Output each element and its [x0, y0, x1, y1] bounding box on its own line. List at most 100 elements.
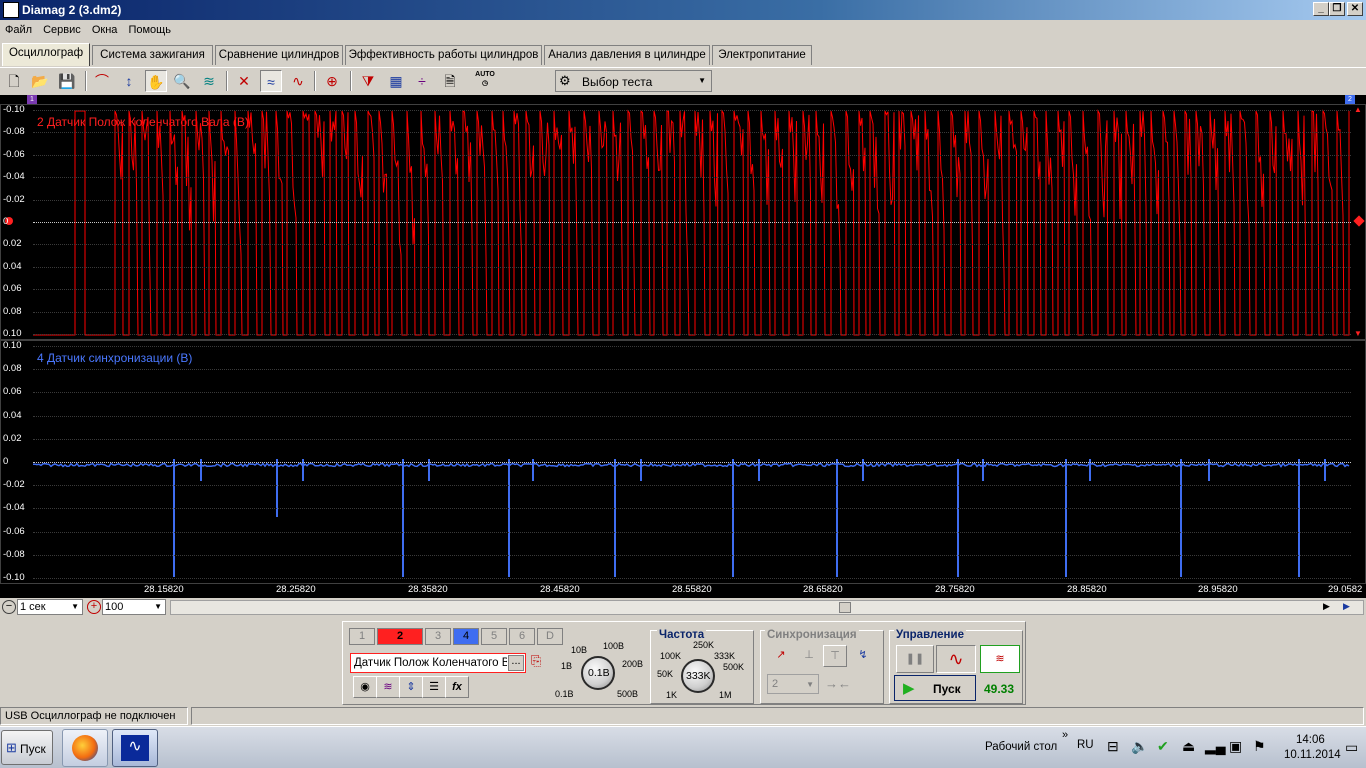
- menu-windows[interactable]: Окна: [87, 20, 121, 36]
- voltage-label-200v: 200В: [622, 659, 644, 669]
- lines-icon[interactable]: ☰: [422, 676, 446, 698]
- maximize-button[interactable]: ❐: [1329, 2, 1345, 16]
- clock-date[interactable]: 10.11.2014: [1284, 749, 1341, 761]
- sync-pulse-up-icon[interactable]: ⊥: [797, 645, 821, 667]
- measure-tool-icon[interactable]: ↕: [118, 70, 140, 92]
- function-icon[interactable]: fx: [445, 676, 469, 698]
- scope-channel-4[interactable]: 4 Датчик синхронизации (В) 0.10 0.08 0.06 0…: [0, 340, 1366, 584]
- start-label: Пуск: [933, 682, 961, 696]
- sine-mode-icon[interactable]: ∿: [936, 645, 976, 673]
- desktop-toolbar[interactable]: Рабочий стол: [985, 741, 1057, 753]
- sync-arrows-icon[interactable]: →←: [825, 676, 851, 691]
- show-desktop-icon[interactable]: ▭: [1345, 739, 1358, 756]
- clock-time[interactable]: 14:06: [1296, 734, 1325, 746]
- document-icon[interactable]: 🗎: [439, 70, 461, 92]
- cross-signal-icon[interactable]: ✕: [233, 70, 255, 92]
- title-bar: Diamag 2 (3.dm2) _ ❐ ✕: [0, 0, 1366, 20]
- channel-3-button[interactable]: 3: [425, 628, 451, 645]
- start-menu-button[interactable]: ⊞ Пуск: [1, 730, 53, 765]
- browse-sensor-button[interactable]: ...: [508, 655, 524, 671]
- scroll-down-icon[interactable]: ▼: [1354, 329, 1362, 338]
- channel-1-button[interactable]: 1: [349, 628, 375, 645]
- scroll-up-icon[interactable]: ▲: [1354, 105, 1362, 114]
- security-icon[interactable]: ✔: [1157, 738, 1169, 755]
- zero-marker-right[interactable]: [1353, 215, 1365, 227]
- hand-tool-icon[interactable]: ✋: [145, 70, 167, 92]
- language-indicator[interactable]: RU: [1077, 739, 1094, 751]
- scope-channel-2[interactable]: 2 Датчик Полож Коленчатого Вала (В) ▲ ▼ …: [0, 104, 1366, 340]
- frequency-knob[interactable]: 333K: [681, 659, 715, 693]
- flag-icon[interactable]: ⚑: [1253, 738, 1266, 755]
- menu-service[interactable]: Сервис: [38, 20, 84, 36]
- voltage-knob[interactable]: 0.1В: [581, 656, 615, 690]
- close-button[interactable]: ✕: [1347, 2, 1363, 16]
- channel-2-button[interactable]: 2: [377, 628, 423, 645]
- grid-line: [33, 311, 1351, 313]
- open-folder-icon[interactable]: 📂: [29, 70, 51, 92]
- zoom-in-icon[interactable]: +: [87, 600, 101, 614]
- volume-icon[interactable]: 🔈: [1131, 738, 1148, 755]
- channel-6-button[interactable]: 6: [509, 628, 535, 645]
- device-icon[interactable]: ▣: [1229, 738, 1242, 755]
- signal-icon[interactable]: ≋: [376, 676, 400, 698]
- test-select[interactable]: ⚙ Выбор теста ▼: [555, 70, 712, 92]
- zoom-out-icon[interactable]: −: [2, 600, 16, 614]
- scroll-end-icon[interactable]: ▶: [1343, 601, 1350, 612]
- auto-scale-icon[interactable]: ⊕: [321, 70, 343, 92]
- filter-icon[interactable]: ⧩: [357, 70, 379, 92]
- save-icon[interactable]: 💾: [56, 70, 78, 92]
- start-button[interactable]: ▶ Пуск: [894, 675, 976, 701]
- menu-bar: Файл Сервис Окна Помощь: [0, 20, 1366, 41]
- pause-icon[interactable]: ❚❚: [896, 645, 934, 673]
- grid-line: [33, 508, 1351, 510]
- usb-icon[interactable]: ⏏: [1182, 738, 1195, 755]
- minimize-button[interactable]: _: [1313, 2, 1329, 16]
- new-file-icon[interactable]: 🗋: [3, 70, 25, 92]
- probe-icon[interactable]: ⎘: [531, 653, 547, 673]
- taskbar-diamag[interactable]: ∿: [112, 729, 158, 767]
- divider-icon[interactable]: ÷: [411, 70, 433, 92]
- grid-line: [33, 289, 1351, 291]
- tab-ignition[interactable]: Система зажигания: [92, 45, 213, 65]
- auto-clock-icon[interactable]: AUTO ◷: [474, 70, 496, 92]
- menu-file[interactable]: Файл: [0, 20, 35, 36]
- waves-icon[interactable]: ≈: [260, 70, 282, 92]
- network-icon[interactable]: ⊟: [1107, 738, 1119, 755]
- grid-icon[interactable]: ▦: [385, 70, 407, 92]
- timebase-row: − 1 сек ▼ + 100 ▼ ▶ ▶: [0, 599, 1366, 617]
- y-tick-label: 0.06: [3, 283, 22, 295]
- zoom-icon[interactable]: 🔍: [171, 70, 193, 92]
- sensor-name-field[interactable]: Датчик Полож Коленчатого Ва ...: [350, 653, 526, 673]
- curve-tool-icon[interactable]: ⌒: [91, 70, 113, 92]
- vertical-arrows-icon[interactable]: ⇕: [399, 676, 423, 698]
- tab-cylinder-compare[interactable]: Сравнение цилиндров: [215, 45, 343, 65]
- scroll-right-icon[interactable]: ▶: [1323, 601, 1330, 612]
- stream-mode-icon[interactable]: ≋: [980, 645, 1020, 673]
- taskbar-firefox[interactable]: [62, 729, 108, 767]
- sync-auto-icon[interactable]: ↯: [851, 645, 875, 667]
- tab-pressure-analysis[interactable]: Анализ давления в цилиндре: [544, 45, 710, 65]
- menu-help[interactable]: Помощь: [123, 20, 174, 36]
- status-empty: [191, 707, 1364, 725]
- gear-icon: ⚙: [559, 73, 571, 88]
- signal-bars-icon[interactable]: ▂▄: [1205, 738, 1226, 755]
- eye-icon[interactable]: ◉: [353, 676, 377, 698]
- tab-cylinder-efficiency[interactable]: Эффективность работы цилиндров: [345, 45, 542, 65]
- status-text: USB Осциллограф не подключен: [0, 707, 188, 725]
- horizontal-scrollbar[interactable]: ▶ ▶: [170, 600, 1364, 615]
- zoom-select[interactable]: 100 ▼: [102, 599, 166, 615]
- sync-rising-icon[interactable]: ↗: [769, 645, 793, 667]
- timebase-select[interactable]: 1 сек ▼: [17, 599, 83, 615]
- tab-oscilloscope[interactable]: Осциллограф: [2, 43, 90, 66]
- marker-left[interactable]: 1: [27, 95, 37, 104]
- sync-channel-select[interactable]: 2 ▼: [767, 674, 819, 694]
- fit-icon[interactable]: ≋: [198, 70, 220, 92]
- overlay-waves-icon[interactable]: ∿: [287, 70, 309, 92]
- sync-pulse-down-icon[interactable]: ⊤: [823, 645, 847, 667]
- marker-right[interactable]: 2: [1345, 95, 1355, 104]
- channel-4-button[interactable]: 4: [453, 628, 479, 645]
- channel-5-button[interactable]: 5: [481, 628, 507, 645]
- toolbar-chevron-icon[interactable]: »: [1062, 729, 1068, 741]
- scroll-thumb[interactable]: [839, 602, 851, 613]
- tab-power[interactable]: Электропитание: [712, 45, 812, 65]
